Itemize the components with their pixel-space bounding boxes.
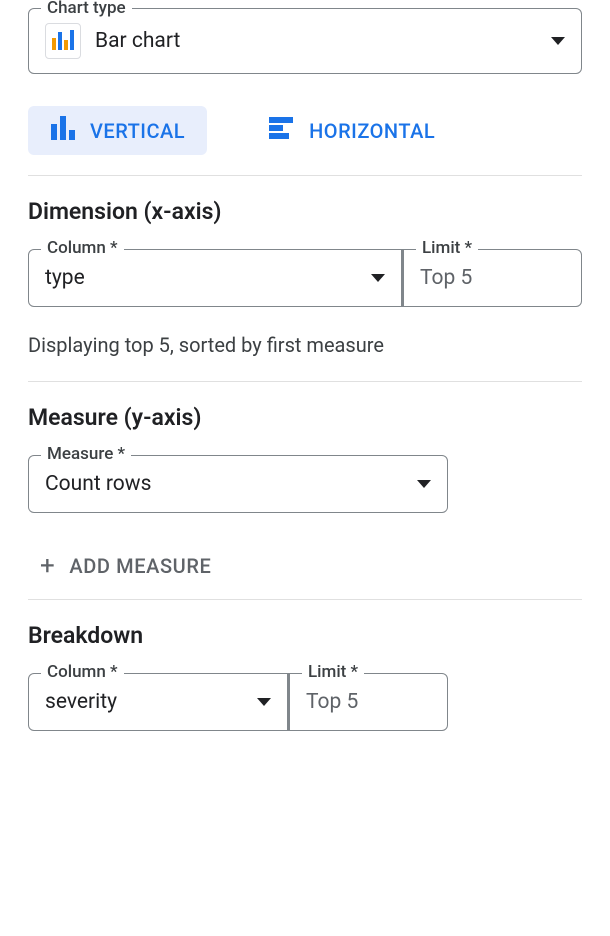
dimension-helper-text: Displaying top 5, sorted by first measur… [28, 333, 582, 357]
breakdown-limit-legend: Limit * [302, 662, 364, 682]
divider [28, 381, 582, 382]
chart-type-select[interactable]: Chart type Bar chart [28, 8, 582, 74]
measure-legend: Measure * [41, 444, 131, 464]
chevron-down-icon [417, 480, 431, 488]
breakdown-limit-value: Top 5 [306, 690, 431, 714]
breakdown-limit-select[interactable]: Limit * Top 5 [288, 673, 448, 731]
dimension-limit-legend: Limit * [416, 238, 478, 258]
measure-heading: Measure (y-axis) [28, 404, 582, 431]
divider [28, 175, 582, 176]
tab-vertical[interactable]: VERTICAL [28, 106, 207, 155]
dimension-limit-value: Top 5 [420, 266, 565, 290]
add-measure-label: ADD MEASURE [69, 554, 211, 578]
chevron-down-icon [551, 37, 565, 45]
vertical-bars-icon [50, 116, 76, 145]
tab-horizontal-label: HORIZONTAL [309, 119, 435, 143]
tab-horizontal[interactable]: HORIZONTAL [247, 106, 457, 155]
dimension-column-value: type [45, 266, 361, 290]
breakdown-column-select[interactable]: Column * severity [28, 673, 288, 731]
chart-type-value: Bar chart [95, 29, 537, 53]
plus-icon: + [40, 553, 55, 579]
breakdown-column-legend: Column * [41, 662, 124, 682]
dimension-limit-select[interactable]: Limit * Top 5 [402, 249, 582, 307]
breakdown-column-value: severity [45, 690, 247, 714]
dimension-heading: Dimension (x-axis) [28, 198, 582, 225]
tab-vertical-label: VERTICAL [90, 119, 185, 143]
dimension-column-select[interactable]: Column * type [28, 249, 402, 307]
measure-value: Count rows [45, 472, 407, 496]
chevron-down-icon [257, 698, 271, 706]
breakdown-heading: Breakdown [28, 622, 582, 649]
bar-chart-icon [45, 23, 81, 59]
dimension-column-legend: Column * [41, 238, 124, 258]
measure-select[interactable]: Measure * Count rows [28, 455, 448, 513]
chevron-down-icon [371, 274, 385, 282]
horizontal-bars-icon [269, 117, 295, 144]
orientation-tabs: VERTICAL HORIZONTAL [28, 106, 582, 155]
add-measure-button[interactable]: + ADD MEASURE [40, 553, 582, 579]
chart-type-legend: Chart type [41, 0, 132, 18]
divider [28, 599, 582, 600]
